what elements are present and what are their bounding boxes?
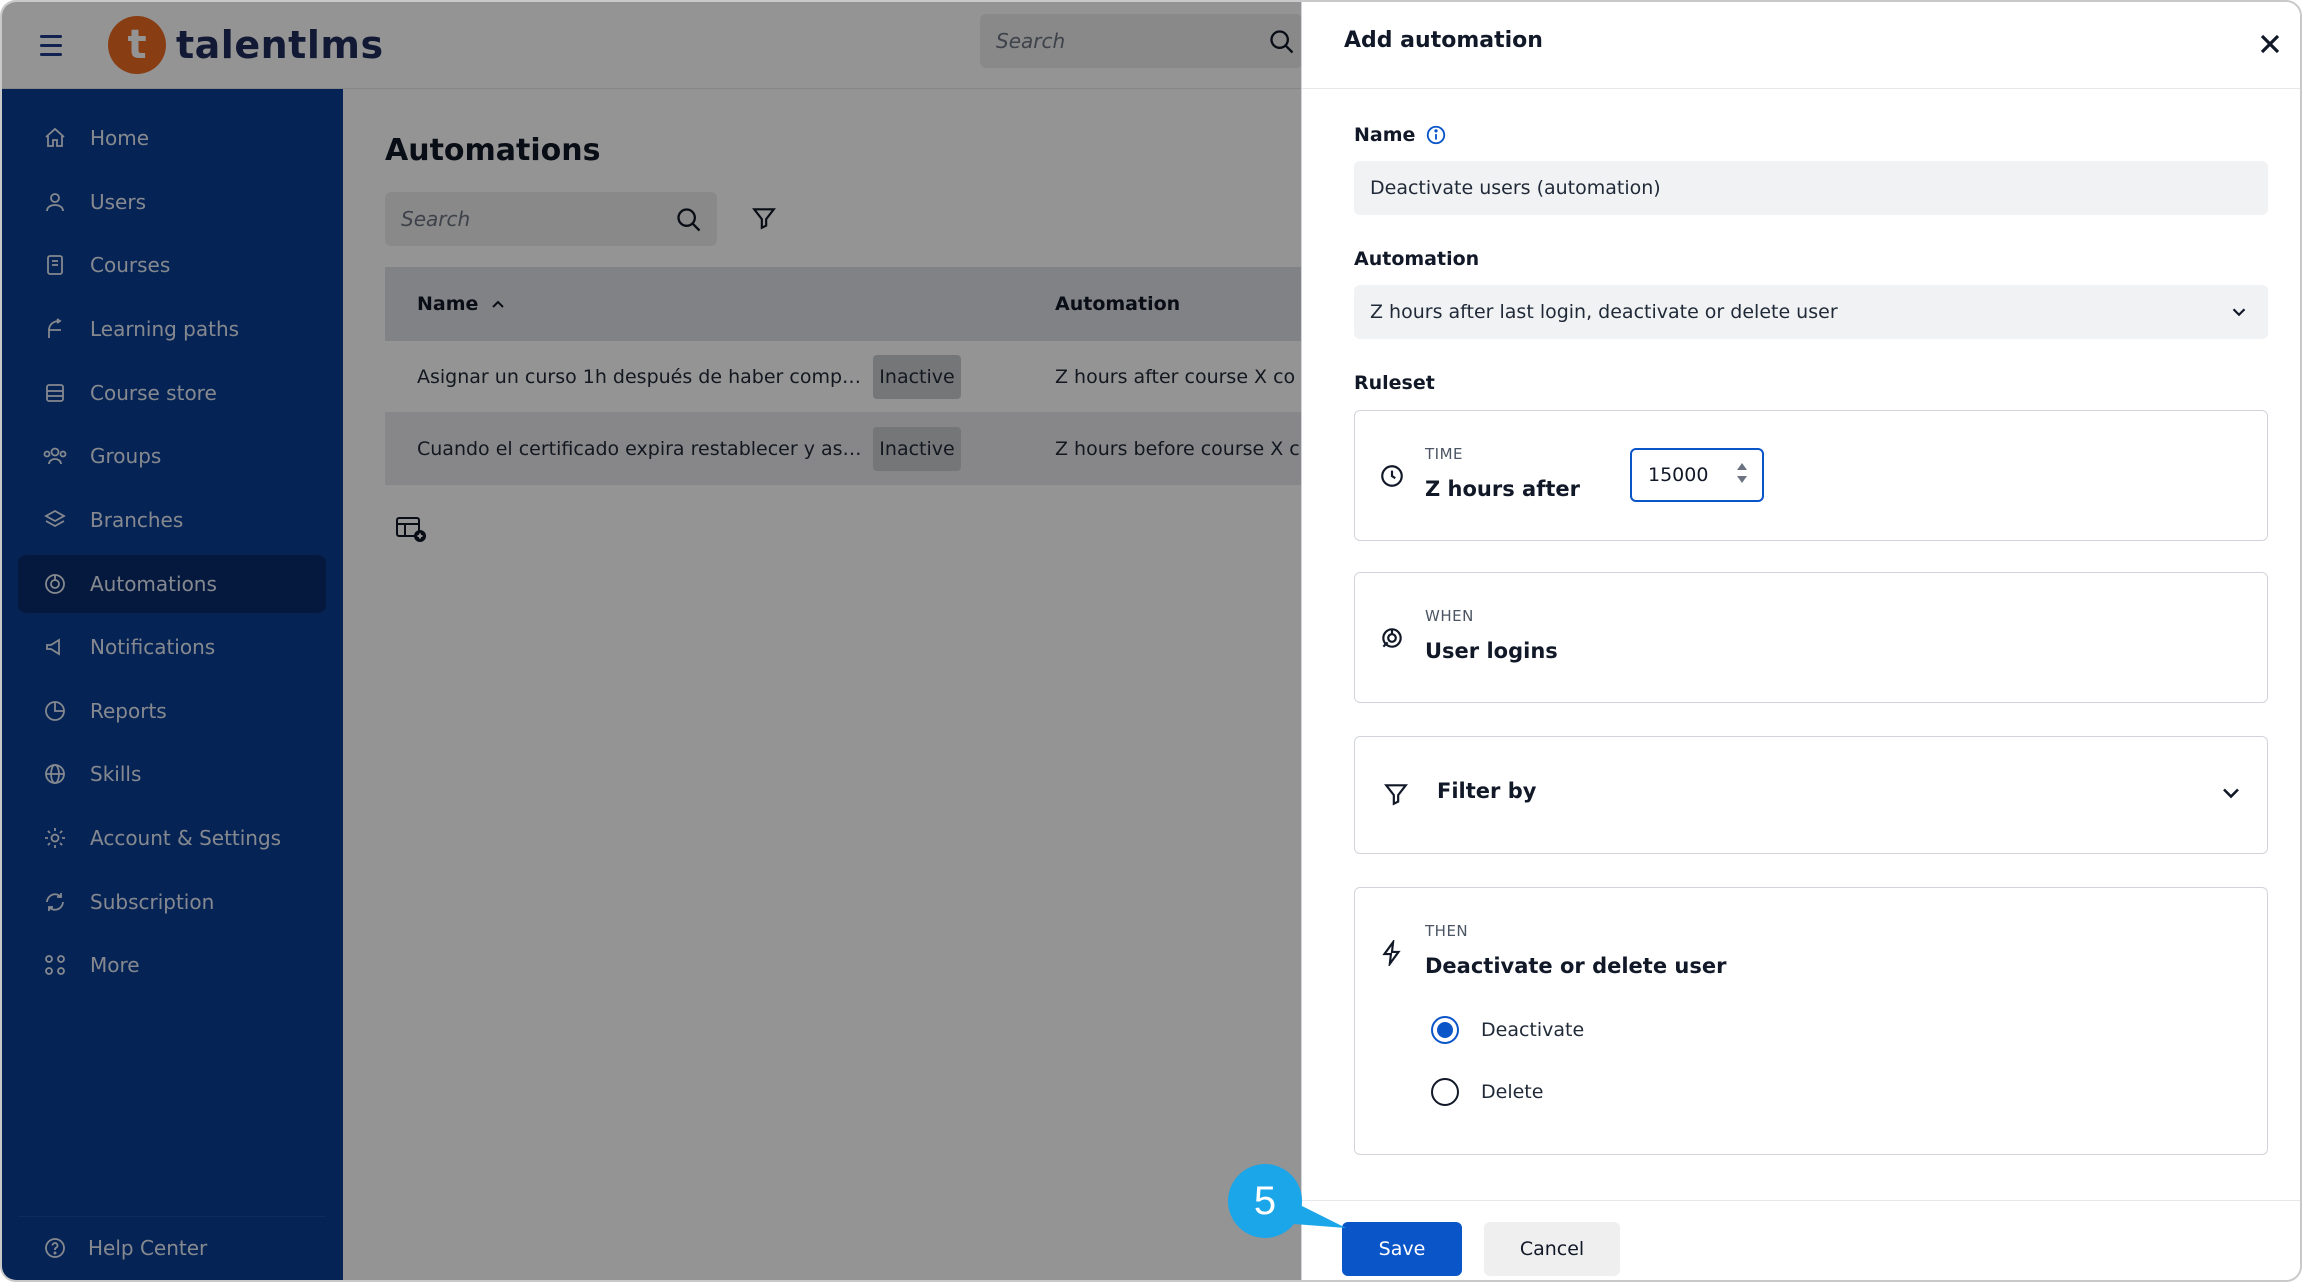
name-label: Name bbox=[1354, 124, 1447, 146]
radio-option-delete[interactable]: Delete bbox=[1431, 1078, 1543, 1106]
cancel-button[interactable]: Cancel bbox=[1484, 1222, 1620, 1276]
radio-option-deactivate[interactable]: Deactivate bbox=[1431, 1016, 1584, 1044]
then-rule-card: THEN Deactivate or delete user Deactivat… bbox=[1354, 887, 2268, 1155]
radio-button-checked[interactable] bbox=[1431, 1016, 1459, 1044]
automation-select[interactable]: Z hours after last login, deactivate or … bbox=[1354, 285, 2268, 339]
drawer-footer: Save Cancel bbox=[1302, 1200, 2300, 1280]
add-automation-drawer: Add automation Name Deactivate users (au… bbox=[1301, 2, 2300, 1280]
app-window: t talentlms Search Home Users Courses Le… bbox=[0, 0, 2302, 1282]
drawer-header: Add automation bbox=[1302, 2, 2300, 89]
filter-icon bbox=[1384, 784, 1408, 806]
clock-icon bbox=[1381, 465, 1403, 487]
automation-label: Automation bbox=[1354, 248, 1480, 270]
hours-value: 15000 bbox=[1648, 464, 1709, 486]
save-button[interactable]: Save bbox=[1342, 1222, 1462, 1276]
close-icon[interactable] bbox=[2254, 28, 2286, 60]
filter-by-card[interactable]: Filter by bbox=[1354, 736, 2268, 854]
when-title: User logins bbox=[1425, 639, 1558, 663]
time-title: Z hours after bbox=[1425, 477, 1580, 501]
modal-backdrop[interactable] bbox=[2, 2, 1302, 1280]
stepper-up-icon[interactable] bbox=[1736, 462, 1748, 472]
ruleset-label: Ruleset bbox=[1354, 372, 1435, 394]
radio-button[interactable] bbox=[1431, 1078, 1459, 1106]
login-trigger-icon bbox=[1382, 628, 1402, 648]
number-stepper[interactable] bbox=[1736, 462, 1748, 484]
stepper-down-icon[interactable] bbox=[1736, 474, 1748, 484]
name-input[interactable]: Deactivate users (automation) bbox=[1354, 161, 2268, 215]
radio-label: Delete bbox=[1481, 1081, 1544, 1103]
drawer-title: Add automation bbox=[1344, 28, 1543, 53]
filter-title: Filter by bbox=[1437, 779, 1537, 803]
time-rule-card: TIME Z hours after 15000 bbox=[1354, 410, 2268, 541]
chevron-down-icon[interactable] bbox=[2217, 779, 2245, 807]
info-icon[interactable] bbox=[1425, 124, 1447, 146]
lightning-icon bbox=[1382, 940, 1401, 966]
when-kicker: WHEN bbox=[1425, 607, 1474, 625]
step-marker: 5 bbox=[1228, 1164, 1302, 1238]
name-label-text: Name bbox=[1354, 124, 1416, 146]
chevron-down-icon bbox=[2232, 308, 2246, 317]
hours-number-input[interactable]: 15000 bbox=[1630, 448, 1764, 502]
then-kicker: THEN bbox=[1425, 922, 1469, 940]
then-title: Deactivate or delete user bbox=[1425, 954, 1727, 978]
radio-label: Deactivate bbox=[1481, 1019, 1585, 1041]
automation-select-value: Z hours after last login, deactivate or … bbox=[1370, 301, 1838, 323]
when-rule-card[interactable]: WHEN User logins bbox=[1354, 572, 2268, 703]
time-kicker: TIME bbox=[1425, 445, 1464, 463]
